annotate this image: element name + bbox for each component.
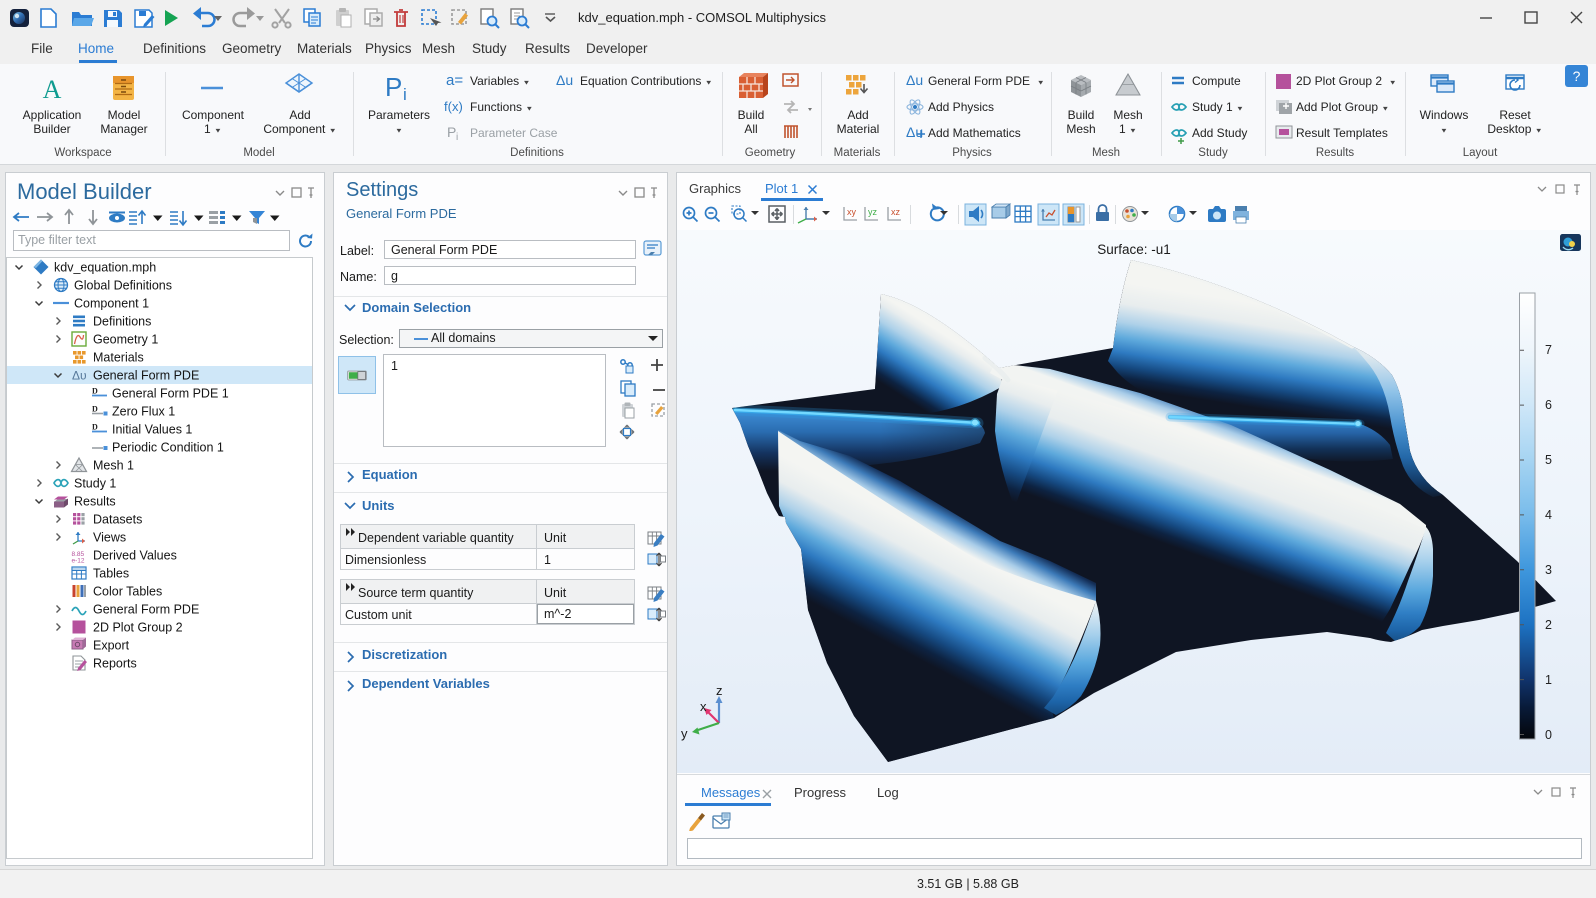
svg-text:kdv_equation.mph: kdv_equation.mph [54,261,156,275]
svg-text:Derived Values: Derived Values [93,549,177,563]
svg-text:General Form PDE: General Form PDE [93,369,199,383]
svg-text:Initial Values 1: Initial Values 1 [112,423,192,437]
svg-text:3: 3 [1545,563,1552,577]
svg-text:6: 6 [1545,398,1552,412]
svg-text:y: y [681,726,688,741]
svg-text:Mesh 1: Mesh 1 [93,459,134,473]
svg-text:Tables: Tables [93,567,129,581]
svg-text:0: 0 [1545,728,1552,742]
svg-text:i: i [456,132,458,143]
svg-text:Color Tables: Color Tables [93,585,162,599]
svg-text:General Form PDE 1: General Form PDE 1 [112,387,229,401]
svg-text:4: 4 [1545,508,1552,522]
svg-text:P: P [385,72,402,102]
svg-text:Component 1: Component 1 [74,297,149,311]
svg-text:Export: Export [93,639,130,653]
svg-text:yz: yz [868,207,878,217]
svg-text:Views: Views [93,531,126,545]
svg-text:?: ? [1573,68,1581,84]
svg-text:Δu: Δu [556,72,573,88]
svg-text:kdv_equation.mph - COMSOL Mult: kdv_equation.mph - COMSOL Multiphysics [578,10,827,25]
svg-text:xz: xz [891,207,901,217]
svg-text:x: x [700,699,707,714]
svg-text:1: 1 [1545,673,1552,687]
svg-text:5: 5 [1545,453,1552,467]
svg-text:Datasets: Datasets [93,513,142,527]
svg-text:D: D [92,405,98,414]
svg-text:Materials: Materials [93,351,144,365]
svg-text:a=: a= [446,72,463,89]
svg-text:Δυ: Δυ [72,369,87,383]
svg-text:A: A [43,75,62,104]
svg-text:xy: xy [847,207,857,217]
svg-text:Definitions: Definitions [93,315,151,329]
svg-text:P: P [447,124,456,140]
svg-text:7: 7 [1545,343,1552,357]
svg-text:f(x): f(x) [444,99,463,114]
svg-text:D: D [92,387,98,396]
svg-text:Surface: -u1: Surface: -u1 [1097,242,1171,257]
svg-text:2D Plot Group 2: 2D Plot Group 2 [93,621,183,635]
svg-text:Periodic Condition 1: Periodic Condition 1 [112,441,224,455]
svg-text:Geometry 1: Geometry 1 [93,333,158,347]
svg-text:i: i [403,85,407,104]
svg-text:2: 2 [1545,618,1552,632]
svg-text:Zero Flux 1: Zero Flux 1 [112,405,175,419]
svg-text:Results: Results [74,495,116,509]
svg-text:Global Definitions: Global Definitions [74,279,172,293]
svg-text:e-12: e-12 [72,558,85,565]
svg-text:General Form PDE: General Form PDE [93,603,199,617]
svg-text:Study 1: Study 1 [74,477,116,491]
svg-text:z: z [716,683,723,698]
svg-text:Δu: Δu [906,72,923,88]
svg-text:D: D [92,423,98,432]
svg-text:Reports: Reports [93,657,137,671]
